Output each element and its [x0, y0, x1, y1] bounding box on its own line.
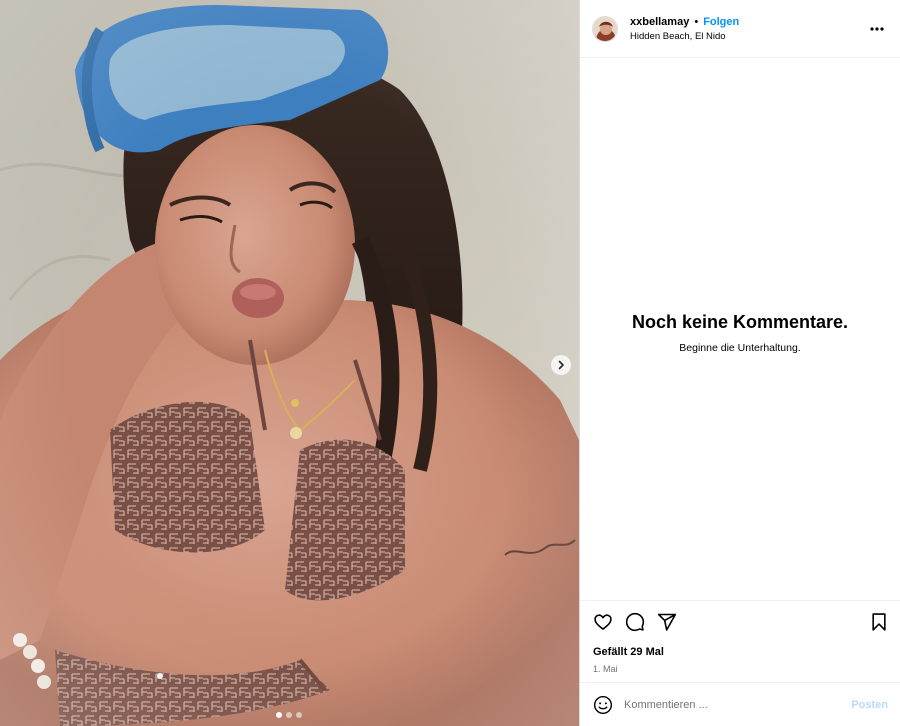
- paper-plane-icon: [657, 613, 677, 631]
- carousel-indicators: [276, 712, 302, 718]
- share-button[interactable]: [656, 611, 678, 633]
- bookmark-icon: [872, 613, 886, 631]
- carousel-dot: [296, 712, 302, 718]
- post-date[interactable]: 1. Mai: [593, 664, 618, 674]
- follow-button[interactable]: Folgen: [703, 16, 739, 28]
- post-header-text: xxbellamay • Folgen Hidden Beach, El Nid…: [630, 16, 866, 42]
- comment-composer: Posten: [580, 682, 900, 726]
- action-bar: [592, 611, 890, 633]
- post-media[interactable]: [0, 0, 579, 726]
- post-header: xxbellamay • Folgen Hidden Beach, El Nid…: [580, 0, 900, 58]
- username-line: xxbellamay • Folgen: [630, 16, 866, 28]
- username-link[interactable]: xxbellamay: [630, 16, 689, 28]
- profile-picture: [593, 16, 617, 41]
- like-button[interactable]: [592, 611, 614, 633]
- more-options-button[interactable]: [866, 18, 888, 40]
- save-button[interactable]: [868, 611, 890, 633]
- carousel-dot: [286, 712, 292, 718]
- heart-icon: [594, 614, 612, 630]
- post-dialog: xxbellamay • Folgen Hidden Beach, El Nid…: [0, 0, 900, 726]
- no-comments-subtitle: Beginne die Unterhaltung.: [679, 342, 801, 354]
- chevron-right-icon: [558, 360, 564, 370]
- post-photo: [0, 0, 579, 726]
- emoji-button[interactable]: [592, 694, 614, 716]
- comments-section: Noch keine Kommentare. Beginne die Unter…: [580, 58, 900, 600]
- separator-dot: •: [694, 15, 699, 28]
- like-count[interactable]: Gefällt 29 Mal: [593, 646, 664, 658]
- more-horizontal-icon: [870, 26, 884, 31]
- carousel-next-button[interactable]: [551, 355, 571, 375]
- no-comments-title: Noch keine Kommentare.: [631, 312, 849, 332]
- smiley-icon: [593, 695, 613, 714]
- comment-button[interactable]: [624, 611, 646, 633]
- comment-icon: [625, 612, 645, 632]
- post-actions-area: Gefällt 29 Mal 1. Mai: [580, 600, 900, 682]
- avatar[interactable]: [592, 15, 618, 42]
- post-comment-button[interactable]: Posten: [851, 699, 888, 711]
- location-link[interactable]: Hidden Beach, El Nido: [630, 31, 866, 42]
- comment-input[interactable]: [624, 698, 852, 711]
- carousel-dot-active: [276, 712, 282, 718]
- post-side-panel: xxbellamay • Folgen Hidden Beach, El Nid…: [579, 0, 900, 726]
